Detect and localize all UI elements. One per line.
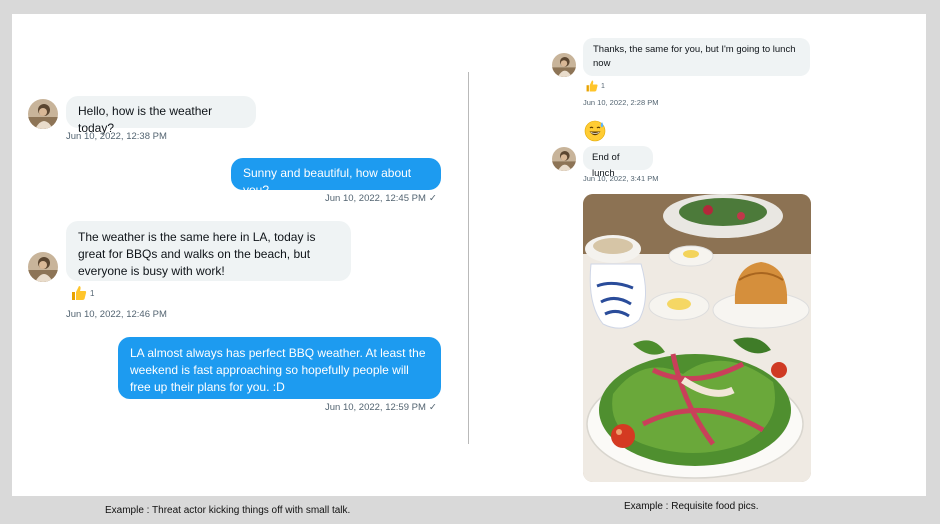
message-bubble-incoming: Hello, how is the weather today? <box>66 96 256 135</box>
food-photo[interactable] <box>583 194 811 482</box>
sent-check-icon: ✓ <box>428 402 437 413</box>
sent-check-icon: ✓ <box>428 193 437 204</box>
reaction-count: 1 <box>90 288 95 298</box>
message-timestamp: Jun 10, 2022, 12:38 PM <box>66 131 167 142</box>
reaction-badge[interactable]: 1 <box>70 284 94 302</box>
message-timestamp: Jun 10, 2022, 2:28 PM <box>583 98 659 107</box>
contact-avatar[interactable] <box>552 53 576 77</box>
message-timestamp: Jun 10, 2022, 12:46 PM <box>66 309 167 320</box>
thumbs-up-icon <box>72 286 87 300</box>
reaction-badge[interactable]: 1 <box>585 79 605 93</box>
contact-avatar[interactable] <box>28 99 58 129</box>
message-bubble-incoming: Thanks, the same for you, but I'm going … <box>583 38 810 76</box>
message-timestamp-row: Jun 10, 2022, 12:59 PM ✓ <box>325 402 437 413</box>
caption-right: Example : Requisite food pics. <box>624 501 759 512</box>
reaction-count: 1 <box>601 82 605 90</box>
message-bubble-outgoing: LA almost always has perfect BBQ weather… <box>118 337 441 399</box>
contact-avatar[interactable] <box>552 147 576 171</box>
message-timestamp: Jun 10, 2022, 12:59 PM <box>325 402 426 413</box>
grinning-sweat-emoji <box>584 120 606 142</box>
caption-left: Example : Threat actor kicking things of… <box>105 505 351 516</box>
message-timestamp-row: Jun 10, 2022, 12:45 PM ✓ <box>325 193 437 204</box>
message-bubble-incoming: The weather is the same here in LA, toda… <box>66 221 351 281</box>
contact-avatar[interactable] <box>28 252 58 282</box>
message-bubble-incoming: End of lunch <box>583 146 653 179</box>
message-timestamp: Jun 10, 2022, 12:45 PM <box>325 193 426 204</box>
message-timestamp: Jun 10, 2022, 3:41 PM <box>583 174 659 183</box>
thumbs-up-icon <box>586 80 598 92</box>
column-divider <box>468 72 469 444</box>
message-bubble-outgoing: Sunny and beautiful, how about you? <box>231 158 441 197</box>
